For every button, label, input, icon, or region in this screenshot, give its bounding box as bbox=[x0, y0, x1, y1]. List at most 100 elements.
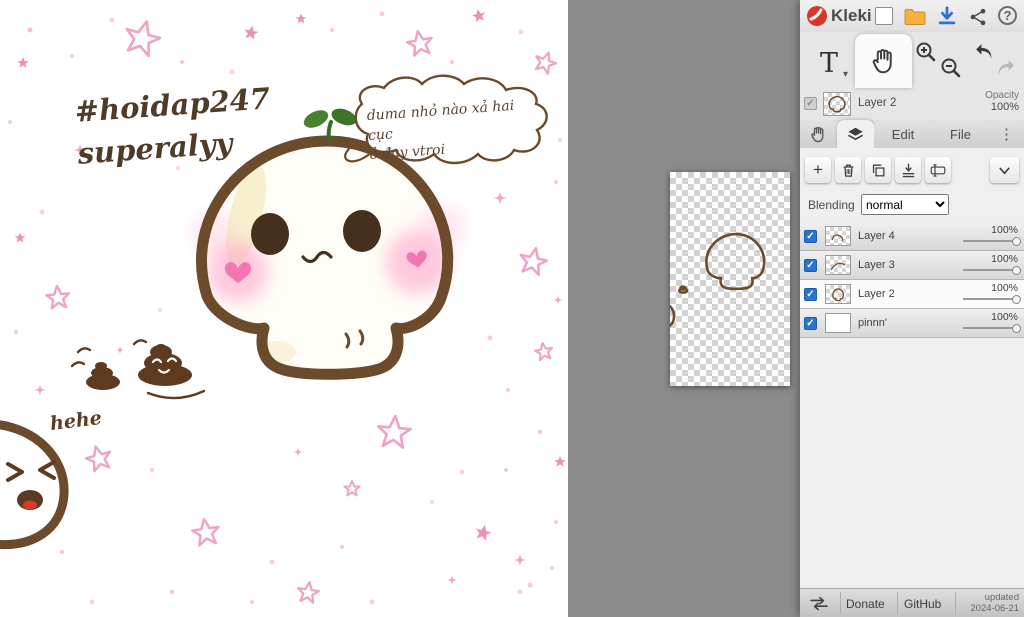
layer-opacity-value: 100% bbox=[991, 282, 1018, 294]
layer-row[interactable]: ✓ pinnn' 100% bbox=[800, 309, 1024, 338]
check-icon: ✓ bbox=[806, 231, 815, 242]
layer-opacity-value: 100% bbox=[991, 311, 1018, 323]
layer-thumbnail bbox=[825, 226, 851, 246]
delete-layer-button[interactable] bbox=[835, 157, 861, 183]
check-icon: ✓ bbox=[806, 98, 815, 109]
check-icon: ✓ bbox=[806, 289, 815, 300]
updated-date: 2024-06-21 bbox=[970, 602, 1019, 614]
duplicate-icon bbox=[872, 164, 884, 176]
hand-icon bbox=[872, 49, 892, 74]
layer-opacity-knob[interactable] bbox=[1012, 266, 1021, 275]
redo-button[interactable] bbox=[993, 56, 1018, 86]
layer-name: Layer 3 bbox=[858, 259, 895, 271]
side-panel: Kleki ? T ▾ ✓ Layer 2 Opacity 100% Edit … bbox=[800, 0, 1024, 617]
zoom-out-button[interactable] bbox=[939, 56, 963, 85]
layer-visibility-checkbox[interactable]: ✓ bbox=[804, 317, 817, 330]
footer-divider bbox=[840, 592, 841, 614]
swap-arrows-icon bbox=[810, 596, 828, 611]
current-layer-strip: ✓ Layer 2 Opacity 100% bbox=[800, 88, 1024, 120]
layers-icon bbox=[847, 127, 864, 140]
tab-file[interactable]: File bbox=[932, 120, 989, 148]
layer-row-selected[interactable]: ✓ Layer 2 100% bbox=[800, 280, 1024, 309]
blending-label: Blending bbox=[808, 198, 855, 212]
layer-opacity-knob[interactable] bbox=[1012, 295, 1021, 304]
new-image-button[interactable] bbox=[875, 7, 893, 25]
share-icon bbox=[970, 8, 986, 26]
collapse-panel-button[interactable] bbox=[990, 157, 1019, 183]
current-layer-thumbnail bbox=[823, 92, 851, 116]
donate-link[interactable]: Donate bbox=[846, 597, 885, 611]
zoom-in-icon bbox=[916, 42, 936, 62]
kleki-logo-icon bbox=[807, 6, 827, 26]
check-icon: ✓ bbox=[806, 318, 815, 329]
duplicate-layer-button[interactable] bbox=[865, 157, 891, 183]
merge-down-icon bbox=[902, 163, 914, 177]
rename-layer-button[interactable] bbox=[925, 157, 951, 183]
opacity-label: Opacity bbox=[985, 90, 1019, 101]
layer-thumbnail bbox=[825, 313, 851, 333]
check-icon: ✓ bbox=[806, 260, 815, 271]
layer-visibility-checkbox[interactable]: ✓ bbox=[804, 230, 817, 243]
redo-icon bbox=[998, 60, 1014, 75]
hand-tool-button[interactable] bbox=[855, 34, 912, 88]
layer-opacity-slider[interactable] bbox=[963, 298, 1019, 300]
open-file-button[interactable] bbox=[903, 5, 927, 29]
text-tool-button[interactable]: T ▾ bbox=[806, 40, 852, 86]
layer-thumbnail bbox=[825, 284, 851, 304]
layer-name: Layer 2 bbox=[858, 288, 895, 300]
share-button[interactable] bbox=[966, 5, 990, 29]
tool-row: T ▾ bbox=[800, 32, 1024, 88]
tab-edit[interactable]: Edit bbox=[874, 120, 932, 148]
layer-opacity-knob[interactable] bbox=[1012, 237, 1021, 246]
save-button[interactable] bbox=[935, 4, 959, 28]
layer-preview bbox=[656, 172, 790, 386]
opacity-value: 100% bbox=[990, 101, 1019, 113]
workspace-background bbox=[568, 0, 800, 617]
github-link[interactable]: GitHub bbox=[904, 597, 941, 611]
layer-opacity-slider[interactable] bbox=[963, 240, 1019, 242]
layer-name: Layer 4 bbox=[858, 230, 895, 242]
rename-icon bbox=[930, 164, 946, 177]
trash-icon bbox=[843, 164, 853, 177]
layer-opacity-value: 100% bbox=[991, 253, 1018, 265]
text-tool-icon: T bbox=[819, 47, 838, 79]
layer-opacity-slider[interactable] bbox=[963, 327, 1019, 329]
hand-icon bbox=[811, 126, 824, 142]
current-layer-thumb-drawing bbox=[828, 95, 846, 113]
panel-tabs: Edit File ⋮ bbox=[800, 120, 1024, 148]
tab-hand-tool[interactable] bbox=[800, 120, 837, 148]
drawing-canvas[interactable]: #hoidap247 superalyy duma nhỏ nào xả hai… bbox=[0, 0, 568, 617]
download-icon bbox=[938, 6, 956, 25]
swap-button[interactable] bbox=[808, 596, 830, 616]
tab-file-label: File bbox=[950, 126, 971, 142]
layer-row[interactable]: ✓ Layer 3 100% bbox=[800, 251, 1024, 280]
merge-layer-button[interactable] bbox=[895, 157, 921, 183]
layer-visibility-checkbox[interactable]: ✓ bbox=[804, 259, 817, 272]
tab-edit-label: Edit bbox=[891, 126, 915, 142]
current-layer-checkbox[interactable]: ✓ bbox=[804, 97, 817, 110]
layers-pane: + Blending normal ✓ Layer 4 100% ✓ Layer… bbox=[800, 148, 1024, 588]
panel-menu-button[interactable]: ⋮ bbox=[989, 120, 1024, 148]
add-layer-button[interactable]: + bbox=[805, 157, 831, 183]
zoom-out-icon bbox=[941, 58, 961, 78]
footer-divider bbox=[897, 592, 898, 614]
zoom-in-button[interactable] bbox=[914, 40, 938, 69]
help-button[interactable]: ? bbox=[998, 6, 1017, 25]
layer-list: ✓ Layer 4 100% ✓ Layer 3 100% ✓ Layer 2 … bbox=[800, 222, 1024, 338]
blending-row: Blending normal bbox=[800, 192, 1024, 218]
updated-info: updated 2024-06-21 bbox=[970, 592, 1019, 615]
layer-visibility-checkbox[interactable]: ✓ bbox=[804, 288, 817, 301]
layer-opacity-value: 100% bbox=[991, 224, 1018, 236]
canvas-artwork bbox=[0, 0, 568, 617]
footer-divider bbox=[955, 592, 956, 614]
tab-layers[interactable] bbox=[837, 120, 874, 148]
blending-select[interactable]: normal bbox=[861, 194, 949, 215]
layer-row[interactable]: ✓ Layer 4 100% bbox=[800, 222, 1024, 251]
layer-opacity-slider[interactable] bbox=[963, 269, 1019, 271]
layer-opacity-knob[interactable] bbox=[1012, 324, 1021, 333]
layer-name: pinnn' bbox=[858, 317, 888, 329]
current-layer-name: Layer 2 bbox=[858, 97, 897, 109]
layer-preview-drawing bbox=[656, 232, 766, 331]
question-icon: ? bbox=[1003, 8, 1012, 23]
layer-thumbnail bbox=[825, 255, 851, 275]
